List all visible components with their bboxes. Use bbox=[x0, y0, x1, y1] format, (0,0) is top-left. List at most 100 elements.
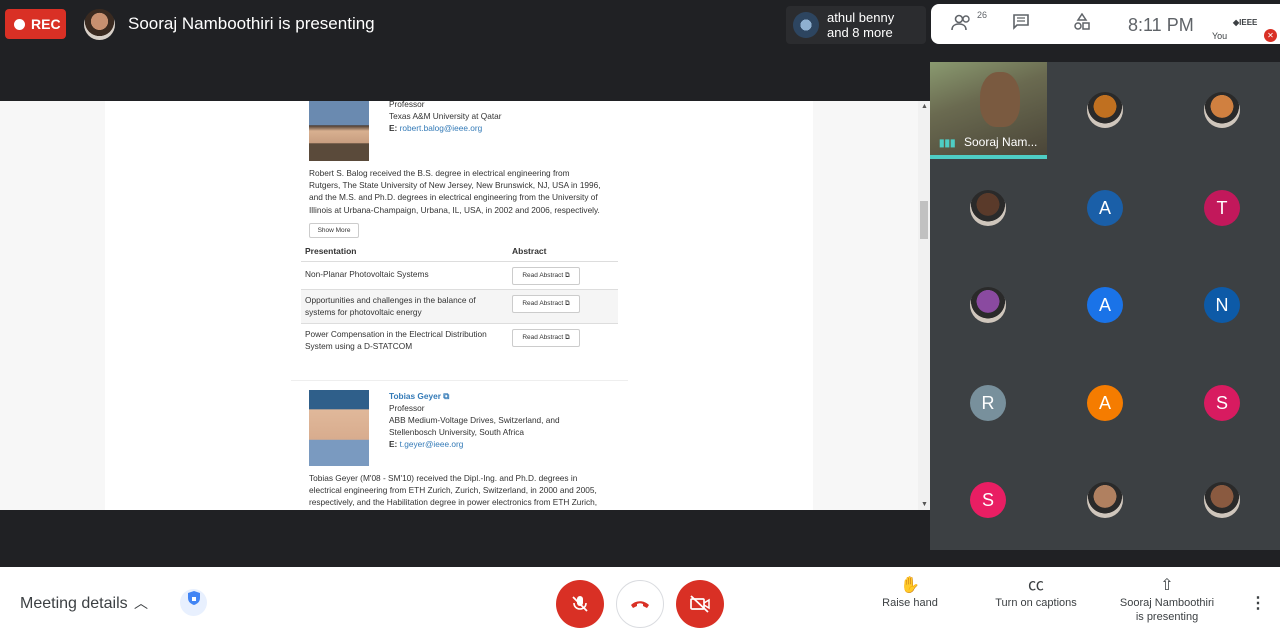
camera-off-icon bbox=[690, 595, 710, 613]
person-email-row: E: robert.balog@ieee.org bbox=[389, 122, 482, 134]
person-role: Professor bbox=[389, 403, 425, 413]
meeting-details-button[interactable]: Meeting details bbox=[20, 595, 128, 613]
shared-screen: Professor Texas A&M University at Qatar … bbox=[0, 101, 930, 510]
participant-initial-avatar: R bbox=[970, 384, 1006, 421]
participant-tile[interactable] bbox=[1047, 62, 1163, 159]
chat-icon[interactable] bbox=[1012, 13, 1030, 36]
participant-tile[interactable] bbox=[930, 257, 1046, 355]
presenter-avatar bbox=[84, 9, 115, 40]
person-affiliation: Stellenbosch University, South Africa bbox=[389, 427, 524, 437]
participant-tile[interactable]: A bbox=[1047, 159, 1163, 257]
camera-off-button[interactable] bbox=[676, 580, 724, 628]
table-row: Opportunities and challenges in the bala… bbox=[301, 289, 618, 323]
email-link[interactable]: t.geyer@ieee.org bbox=[400, 439, 464, 449]
participant-avatar bbox=[1204, 482, 1240, 519]
mic-off-button[interactable] bbox=[556, 580, 604, 628]
participant-tile[interactable]: A bbox=[1047, 257, 1163, 355]
scroll-thumb[interactable] bbox=[920, 201, 928, 239]
people-icon[interactable] bbox=[951, 13, 973, 36]
external-link-icon: ⧉ bbox=[564, 272, 570, 279]
participant-avatar bbox=[970, 189, 1006, 226]
participant-avatar bbox=[970, 287, 1006, 324]
more-options-icon[interactable]: ⋮ bbox=[1250, 593, 1266, 613]
presenter-video bbox=[980, 72, 1020, 127]
hand-icon: ✋ bbox=[900, 577, 920, 594]
raise-hand-button[interactable]: ✋ Raise hand bbox=[880, 577, 940, 610]
chevron-up-icon[interactable]: ︿ bbox=[134, 593, 148, 613]
email-link[interactable]: robert.balog@ieee.org bbox=[400, 123, 483, 133]
clock: 8:11 PM bbox=[1128, 15, 1194, 35]
hang-up-icon bbox=[631, 601, 649, 608]
scroll-down-icon[interactable]: ▼ bbox=[921, 501, 928, 508]
email-prefix: E: bbox=[389, 123, 398, 133]
speaker-photo bbox=[309, 390, 369, 466]
other-participants-chip[interactable]: athul benny and 8 more bbox=[786, 6, 926, 44]
meeting-tray: 26 8:11 PM ◆IEEE You ✕ bbox=[931, 4, 1280, 44]
email-prefix: E: bbox=[389, 439, 398, 449]
audio-level-icon: ▮▮▮ bbox=[939, 138, 956, 149]
divider bbox=[291, 380, 628, 381]
external-link-icon: ⧉ bbox=[564, 300, 570, 307]
presenter-name: Sooraj Nam... bbox=[964, 135, 1038, 149]
participant-tile[interactable] bbox=[1164, 62, 1280, 159]
leave-call-button[interactable] bbox=[616, 580, 664, 628]
external-link-icon: ⧉ bbox=[443, 391, 450, 401]
participant-tile[interactable] bbox=[1047, 452, 1163, 550]
person-affiliation: ABB Medium-Voltage Drives, Switzerland, … bbox=[389, 415, 560, 425]
participant-initial-avatar: A bbox=[1087, 287, 1123, 324]
ieee-logo: ◆IEEE bbox=[1233, 18, 1258, 27]
read-abstract-button[interactable]: Read Abstract ⧉ bbox=[512, 295, 580, 313]
participant-tile[interactable]: N bbox=[1164, 257, 1280, 355]
participant-tile[interactable]: T bbox=[1164, 159, 1280, 257]
recording-badge: REC bbox=[5, 9, 66, 39]
presenter-video-tile[interactable]: ▮▮▮ Sooraj Nam... bbox=[930, 62, 1047, 159]
person-name-link[interactable]: Tobias Geyer bbox=[389, 391, 441, 401]
bottom-bar: Meeting details ︿ ✋ Raise hand ㏄ Turn on… bbox=[0, 567, 1280, 638]
presenting-title: Sooraj Namboothiri is presenting bbox=[128, 14, 375, 33]
participant-avatar bbox=[793, 12, 819, 38]
person-name-row: Tobias Geyer ⧉ bbox=[389, 390, 449, 402]
table-row: Non-Planar Photovoltaic Systems Read Abs… bbox=[301, 261, 618, 289]
show-more-button[interactable]: Show More bbox=[309, 223, 359, 238]
read-abstract-button[interactable]: Read Abstract ⧉ bbox=[512, 267, 580, 285]
person-role: Professor bbox=[389, 101, 425, 109]
scrollbar[interactable]: ▲ ▼ bbox=[918, 101, 930, 510]
person-email-row: E: t.geyer@ieee.org bbox=[389, 438, 463, 450]
scroll-up-icon[interactable]: ▲ bbox=[921, 103, 928, 110]
participant-avatar bbox=[1204, 92, 1240, 128]
participant-initial-avatar: A bbox=[1087, 189, 1123, 226]
external-link-icon: ⧉ bbox=[564, 334, 570, 341]
participant-initial-avatar: N bbox=[1204, 287, 1240, 324]
participant-tile[interactable]: S bbox=[930, 452, 1046, 550]
participant-avatar bbox=[1087, 482, 1123, 519]
present-icon: ⇧ bbox=[1160, 577, 1174, 594]
rec-label: REC bbox=[31, 16, 61, 32]
read-abstract-button[interactable]: Read Abstract ⧉ bbox=[512, 329, 580, 347]
participant-initial-avatar: T bbox=[1204, 189, 1240, 226]
participant-initial-avatar: A bbox=[1087, 384, 1123, 421]
participant-initial-avatar: S bbox=[1204, 384, 1240, 421]
participant-tile[interactable] bbox=[1164, 452, 1280, 550]
presentation-table: Presentation Abstract Non-Planar Photovo… bbox=[301, 241, 618, 357]
mic-muted-icon: ✕ bbox=[1264, 29, 1277, 42]
self-label: You bbox=[1212, 31, 1228, 41]
present-now-button[interactable]: ⇧ Sooraj Namboothiri is presenting bbox=[1114, 577, 1220, 624]
participant-initial-avatar: S bbox=[970, 482, 1006, 519]
person-bio: Robert S. Balog received the B.S. degree… bbox=[309, 168, 601, 215]
participant-count: 26 bbox=[977, 10, 988, 20]
activities-icon[interactable] bbox=[1073, 12, 1091, 36]
participant-tile[interactable] bbox=[930, 159, 1046, 257]
table-row: Power Compensation in the Electrical Dis… bbox=[301, 323, 618, 357]
captions-button[interactable]: ㏄ Turn on captions bbox=[990, 578, 1082, 610]
person-bio: Tobias Geyer (M'08 - SM'10) received the… bbox=[309, 473, 598, 508]
record-dot-icon bbox=[14, 18, 25, 30]
participant-tile[interactable]: R bbox=[930, 354, 1046, 452]
security-shield-icon[interactable] bbox=[180, 589, 207, 616]
participant-tile[interactable]: S bbox=[1164, 354, 1280, 452]
person-affiliation: Texas A&M University at Qatar bbox=[389, 111, 502, 121]
participant-tile[interactable]: A bbox=[1047, 354, 1163, 452]
speaker-photo bbox=[309, 101, 369, 161]
mic-off-icon bbox=[572, 596, 588, 612]
top-bar: REC Sooraj Namboothiri is presenting ath… bbox=[0, 0, 1280, 48]
table-header: Presentation Abstract bbox=[305, 246, 547, 256]
